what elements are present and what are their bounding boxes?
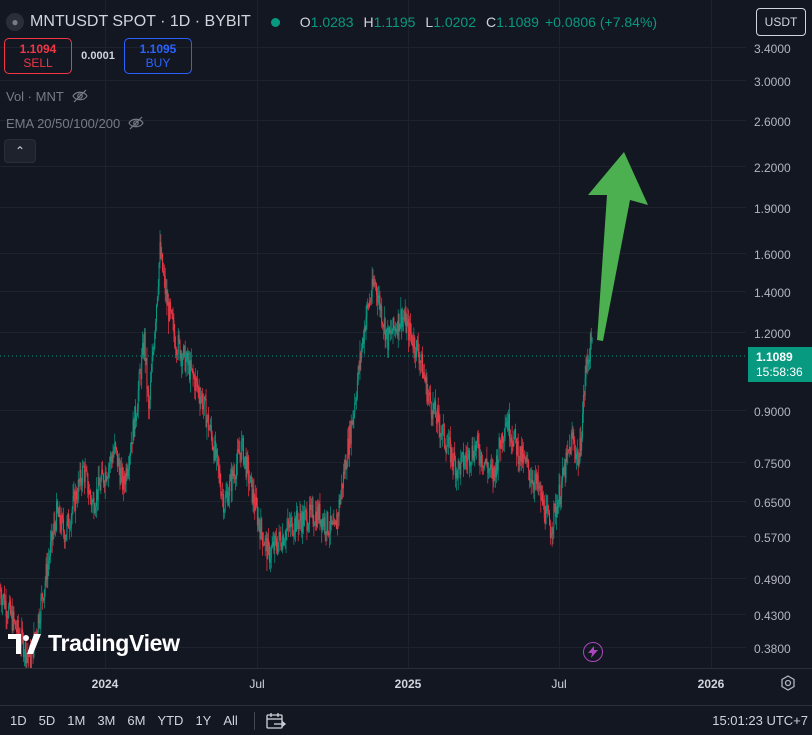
ohlc-close-value: 1.1089: [496, 14, 539, 30]
ohlc-low-value: 1.0202: [433, 14, 477, 30]
range-button-ytd[interactable]: YTD: [151, 713, 189, 728]
price-tick: 2.6000: [754, 115, 791, 129]
toolbar-divider: [253, 711, 255, 730]
flash-glyph: [588, 646, 598, 658]
price-tick: 0.3800: [754, 642, 791, 656]
chevron-up-icon: ⌃: [14, 144, 26, 158]
price-change: +0.0806 (+7.84%): [544, 14, 658, 30]
range-button-1y[interactable]: 1Y: [189, 713, 217, 728]
clock-timezone[interactable]: 15:01:23 UTC+7: [712, 713, 808, 728]
eye-off-icon[interactable]: [72, 88, 88, 104]
range-button-1m[interactable]: 1M: [61, 713, 91, 728]
time-axis[interactable]: 2024 Jul 2025 Jul 2026: [0, 668, 812, 698]
symbol-legend[interactable]: ● MNTUSDT SPOT · 1D · BYBIT O 1.0283 H 1.1…: [6, 8, 657, 36]
buy-button[interactable]: 1.1095 BUY: [124, 38, 192, 74]
buy-label: BUY: [145, 56, 171, 70]
price-tick: 3.4000: [754, 42, 791, 56]
time-tick: 2025: [394, 677, 422, 691]
ema-indicator-label: EMA 20/50/100/200: [6, 115, 121, 131]
collapse-legend-button[interactable]: ⌃: [4, 139, 36, 163]
price-tick: 1.4000: [754, 286, 791, 300]
time-tick: Jul: [551, 677, 567, 691]
price-tick: 2.2000: [754, 161, 791, 175]
price-scale[interactable]: 3.4000 3.0000 2.6000 2.2000 1.9000 1.600…: [746, 0, 812, 668]
price-tick: 0.7500: [754, 457, 791, 471]
time-tick: 2026: [697, 677, 725, 691]
chart-pane[interactable]: [0, 0, 746, 668]
volume-indicator-legend[interactable]: Vol · MNT: [6, 86, 88, 106]
range-button-6m[interactable]: 6M: [121, 713, 151, 728]
trade-panel: 1.1094 SELL 0.0001 1.1095 BUY: [4, 38, 192, 74]
range-button-3m[interactable]: 3M: [91, 713, 121, 728]
ohlc-high-key: H: [363, 14, 374, 30]
time-tick: Jul: [249, 677, 265, 691]
buy-price: 1.1095: [139, 42, 177, 56]
range-button-5d[interactable]: 5D: [33, 713, 62, 728]
last-price-badge: 1.1089 15:58:36: [748, 347, 812, 382]
bottom-toolbar: 1D 5D 1M 3M 6M YTD 1Y All 15:01:23 UTC+7: [0, 705, 812, 735]
sell-label: SELL: [23, 56, 53, 70]
price-tick: 1.2000: [754, 327, 791, 341]
price-tick: 0.9000: [754, 405, 791, 419]
ohlc-close-key: C: [486, 14, 497, 30]
price-tick: 3.0000: [754, 75, 791, 89]
range-button-1d[interactable]: 1D: [4, 713, 33, 728]
bar-countdown: 15:58:36: [756, 364, 803, 379]
sell-price: 1.1094: [19, 42, 57, 56]
price-tick: 0.6500: [754, 496, 791, 510]
tradingview-watermark[interactable]: TradingView: [8, 630, 180, 657]
ohlc-low-key: L: [425, 14, 434, 30]
tradingview-logo-icon: [8, 633, 41, 654]
range-button-all[interactable]: All: [217, 713, 243, 728]
annotation-arrow: [588, 152, 648, 341]
symbol-title[interactable]: MNTUSDT SPOT · 1D · BYBIT: [30, 13, 251, 31]
flash-icon[interactable]: [583, 642, 603, 662]
ohlc-open-value: 1.0283: [310, 14, 354, 30]
ohlc-high-value: 1.1195: [373, 14, 416, 30]
settings-icon[interactable]: [780, 675, 796, 691]
eye-off-icon[interactable]: [128, 115, 144, 131]
price-tick: 0.4300: [754, 609, 791, 623]
sell-button[interactable]: 1.1094 SELL: [4, 38, 72, 74]
price-tick: 1.6000: [754, 248, 791, 262]
price-tick: 0.5700: [754, 531, 791, 545]
market-status-icon[interactable]: [270, 17, 280, 27]
price-tick: 0.4900: [754, 573, 791, 587]
volume-indicator-label: Vol · MNT: [6, 88, 64, 104]
spread-value: 0.0001: [81, 50, 115, 62]
price-tick: 1.9000: [754, 202, 791, 216]
ema-indicator-legend[interactable]: EMA 20/50/100/200: [6, 113, 144, 133]
date-range-icon[interactable]: [265, 712, 287, 730]
time-tick: 2024: [91, 677, 119, 691]
last-price-value: 1.1089: [756, 349, 793, 364]
watermark-text: TradingView: [48, 630, 180, 656]
ohlc-open-key: O: [299, 14, 311, 30]
symbol-logo-icon: ●: [6, 13, 24, 31]
